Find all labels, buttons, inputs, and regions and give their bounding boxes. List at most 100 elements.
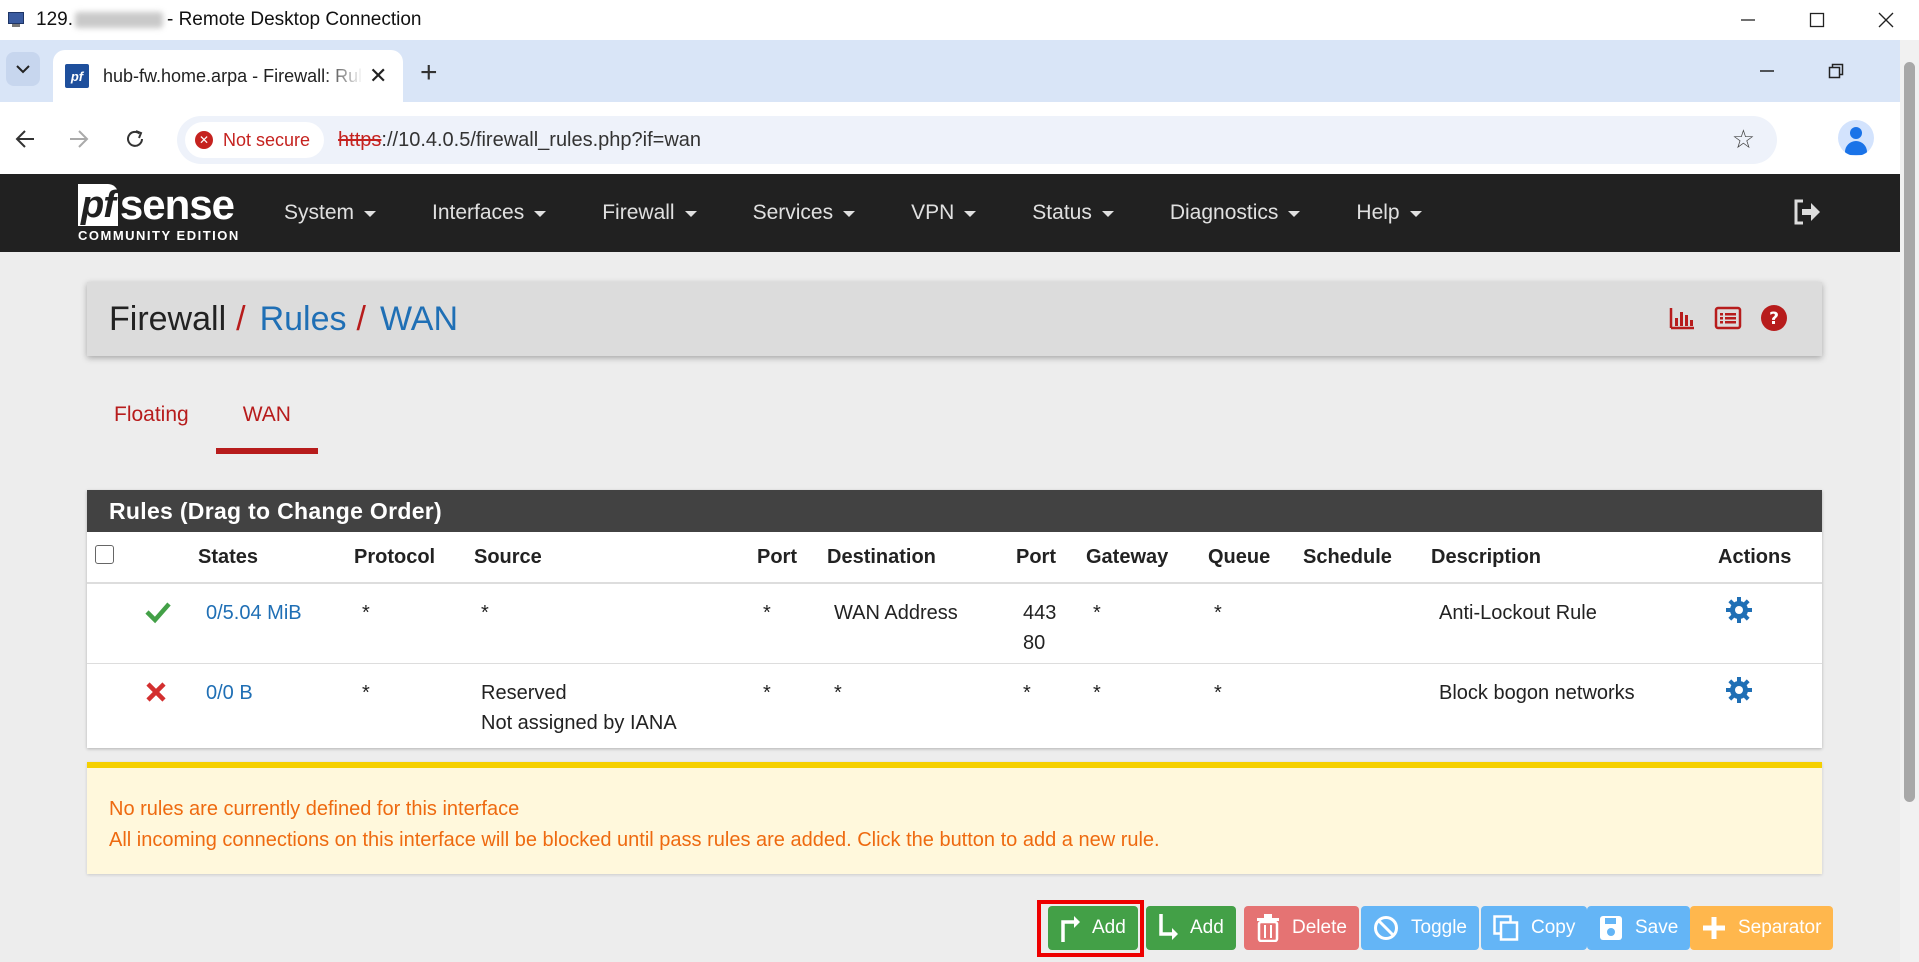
minimize-icon [1741, 19, 1755, 21]
col-destination[interactable]: Destination [827, 546, 936, 569]
url-text[interactable]: https://10.4.0.5/firewall_rules.php?if=w… [338, 129, 701, 152]
minimize-window-button[interactable] [1713, 0, 1783, 40]
chevron-down-icon [16, 65, 30, 74]
browser-minimize-button[interactable] [1747, 54, 1787, 88]
row-source-port: * [763, 682, 771, 704]
row-description: Block bogon networks [1439, 682, 1635, 704]
copy-icon [1493, 915, 1519, 941]
new-tab-button[interactable]: + [420, 58, 438, 88]
rules-table-header: States Protocol Source Port Destination … [87, 532, 1822, 584]
tab-floating[interactable]: Floating [87, 382, 216, 448]
pfsense-logo[interactable]: pf sense COMMUNITY EDITION [78, 184, 240, 243]
menu-vpn[interactable]: VPN [911, 201, 977, 225]
breadcrumb-actions: ? [1668, 304, 1788, 337]
add-rule-bottom-button[interactable]: Add [1146, 906, 1236, 950]
rdp-title-prefix: 129. [36, 9, 73, 30]
caret-down-icon [1409, 211, 1422, 217]
col-gateway[interactable]: Gateway [1086, 546, 1168, 569]
maximize-icon [1809, 12, 1825, 28]
menu-firewall[interactable]: Firewall [602, 201, 697, 225]
remote-desktop-icon [6, 9, 28, 31]
breadcrumb: Firewall / Rules / WAN [109, 300, 458, 339]
list-icon[interactable] [1714, 304, 1742, 337]
close-icon [1878, 12, 1894, 28]
menu-help[interactable]: Help [1356, 201, 1422, 225]
tab-wan[interactable]: WAN [215, 382, 318, 454]
browser-tab-strip: pf hub-fw.home.arpa - Firewall: Rules: W… [0, 40, 1900, 102]
pfsense-page: pf sense COMMUNITY EDITION System Interfa… [0, 174, 1900, 962]
browser-restore-button[interactable] [1816, 54, 1856, 88]
breadcrumb-rules[interactable]: Rules [260, 300, 347, 339]
help-question-icon[interactable]: ? [1760, 304, 1788, 337]
bar-chart-icon[interactable] [1668, 304, 1696, 337]
copy-button[interactable]: Copy [1481, 906, 1588, 950]
col-description[interactable]: Description [1431, 546, 1541, 569]
save-icon [1599, 915, 1623, 941]
table-row[interactable]: 0/0 B * Reserved Not assigned by IANA * … [87, 664, 1822, 744]
arrow-right-icon [70, 130, 89, 148]
menu-system[interactable]: System [284, 201, 377, 225]
menu-diagnostics[interactable]: Diagnostics [1170, 201, 1301, 225]
row-source: Reserved Not assigned by IANA [481, 682, 677, 734]
browser-tab-active[interactable]: pf hub-fw.home.arpa - Firewall: Rules: W… [53, 50, 403, 102]
menu-services[interactable]: Services [753, 201, 856, 225]
toggle-button[interactable]: Toggle [1361, 906, 1479, 950]
restore-icon [1828, 63, 1844, 79]
col-actions: Actions [1718, 546, 1792, 568]
alert-line-1: No rules are currently defined for this … [109, 798, 520, 820]
logo-brand: sense [119, 181, 235, 228]
save-button[interactable]: Save [1587, 906, 1691, 950]
logo-edition: COMMUNITY EDITION [78, 228, 240, 243]
maximize-window-button[interactable] [1782, 0, 1852, 40]
add-rule-top-button[interactable]: Add [1048, 906, 1138, 950]
url-scheme: https [338, 128, 382, 151]
address-bar[interactable]: ✕ Not secure https://10.4.0.5/firewall_r… [177, 116, 1777, 164]
delete-button[interactable]: Delete [1244, 906, 1359, 950]
separator-button[interactable]: Separator [1690, 906, 1834, 950]
warning-icon: ✕ [195, 131, 213, 149]
gear-icon[interactable] [1725, 676, 1753, 713]
reload-button[interactable] [116, 120, 154, 158]
back-button[interactable] [6, 120, 44, 158]
page-scrollbar-thumb[interactable] [1904, 62, 1915, 802]
select-all-checkbox[interactable] [95, 545, 114, 564]
col-dest-port[interactable]: Port [1016, 546, 1056, 569]
row-source-port: * [763, 602, 771, 624]
profile-avatar[interactable] [1838, 120, 1874, 156]
main-menu: System Interfaces Firewall Services VPN … [284, 174, 1478, 252]
row-protocol: * [362, 682, 370, 704]
menu-status[interactable]: Status [1032, 201, 1114, 225]
row-queue: * [1214, 602, 1222, 624]
rules-panel-title: Rules (Drag to Change Order) [87, 490, 1822, 532]
breadcrumb-separator: / [356, 299, 366, 338]
tab-close-button[interactable]: ✕ [369, 63, 387, 89]
logout-button[interactable] [1792, 198, 1822, 231]
forward-button[interactable] [60, 120, 98, 158]
row-states[interactable]: 0/5.04 MiB [206, 598, 302, 628]
col-states[interactable]: States [198, 546, 258, 569]
url-rest: ://10.4.0.5/firewall_rules.php?if=wan [381, 128, 702, 151]
breadcrumb-separator: / [236, 299, 246, 338]
gear-icon[interactable] [1725, 596, 1753, 633]
pass-check-icon [144, 600, 172, 633]
col-schedule[interactable]: Schedule [1303, 546, 1392, 569]
tab-search-button[interactable] [6, 52, 40, 86]
menu-interfaces[interactable]: Interfaces [432, 201, 547, 225]
arrow-left-icon [15, 130, 34, 148]
ban-icon [1373, 915, 1399, 941]
caret-down-icon [964, 211, 977, 217]
security-label: Not secure [223, 129, 311, 150]
breadcrumb-wan[interactable]: WAN [380, 300, 458, 339]
minimize-icon [1760, 70, 1774, 72]
close-window-button[interactable] [1851, 0, 1919, 40]
col-source-port[interactable]: Port [757, 546, 797, 569]
bookmark-star-icon[interactable]: ☆ [1732, 124, 1755, 155]
col-source[interactable]: Source [474, 546, 542, 569]
table-row[interactable]: 0/5.04 MiB * * * WAN Address 443 80 * * … [87, 584, 1822, 664]
col-protocol[interactable]: Protocol [354, 546, 435, 569]
rdp-title-suffix: - Remote Desktop Connection [166, 9, 422, 30]
row-states[interactable]: 0/0 B [206, 678, 253, 708]
security-indicator[interactable]: ✕ Not secure [185, 122, 325, 158]
col-queue[interactable]: Queue [1208, 546, 1270, 569]
svg-text:?: ? [1769, 309, 1779, 329]
